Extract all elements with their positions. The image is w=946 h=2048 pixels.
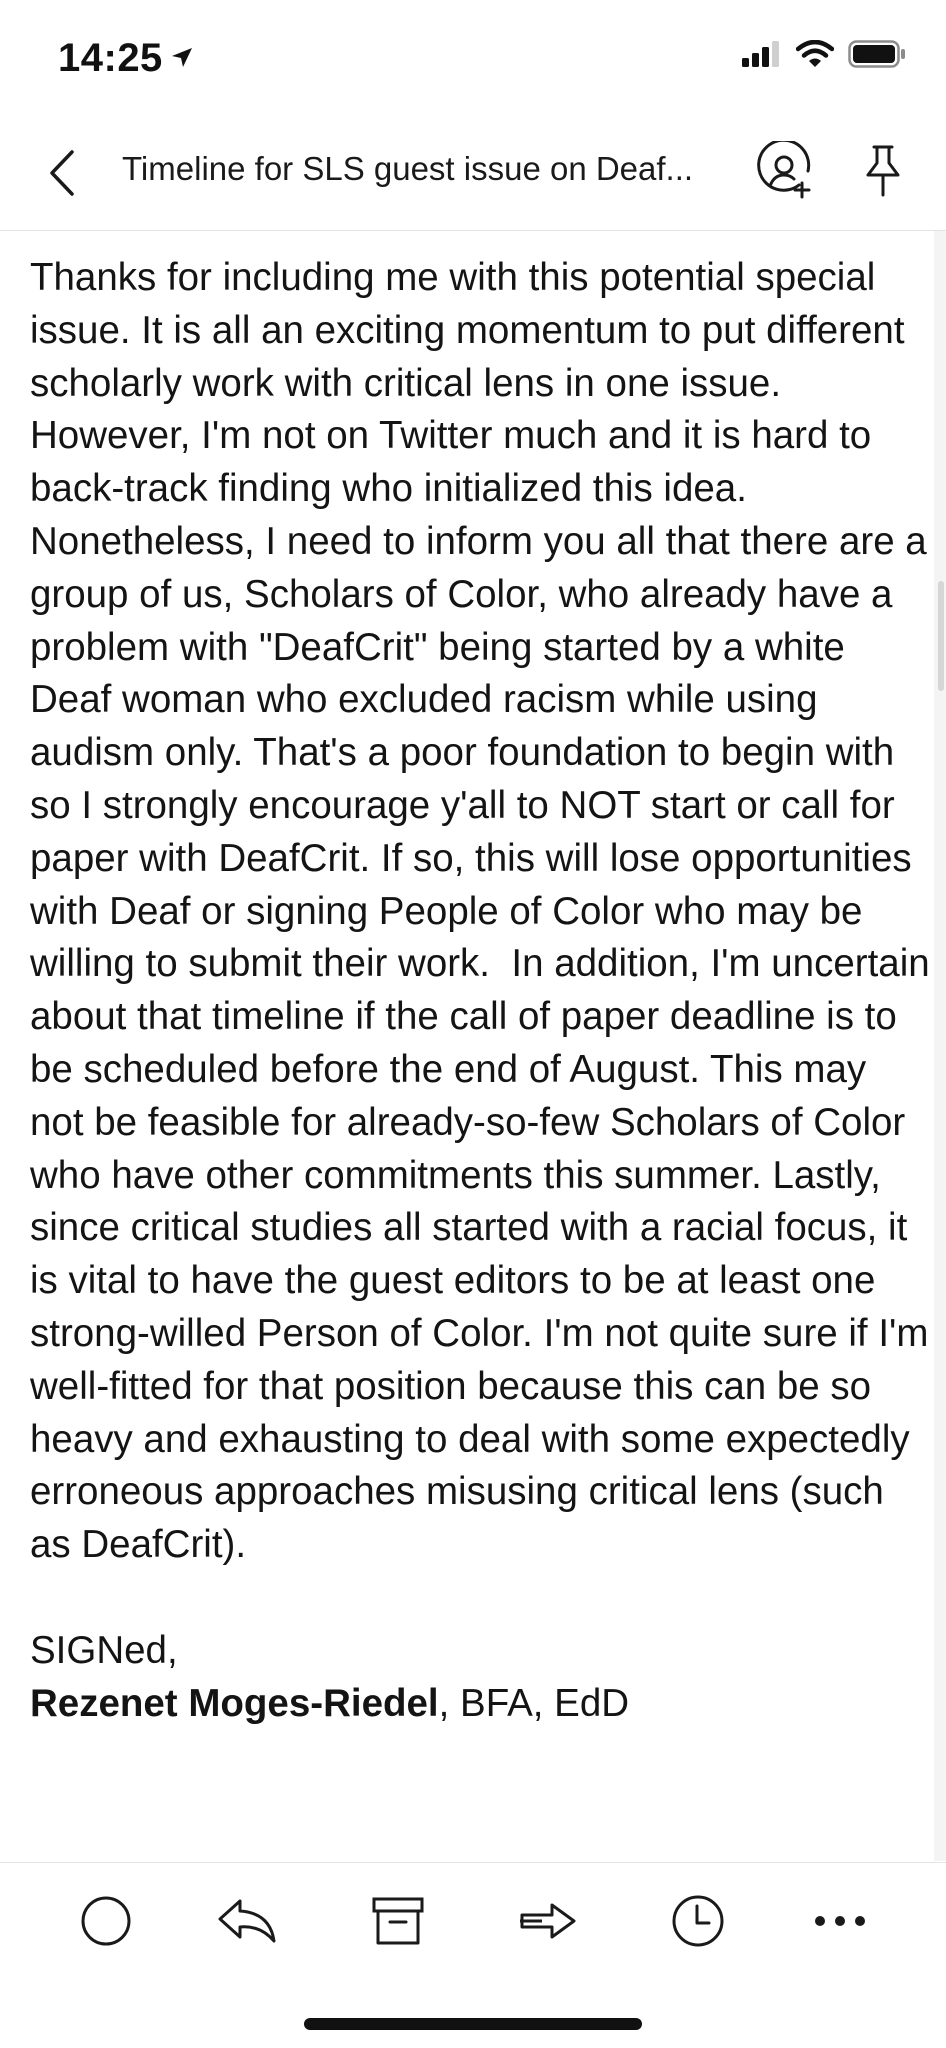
page-title[interactable]: Timeline for SLS guest issue on Deaf... [122, 150, 732, 188]
add-person-button[interactable] [752, 138, 818, 206]
archive-icon [370, 1895, 426, 1952]
chevron-left-icon [47, 149, 77, 202]
archive-button[interactable] [362, 1887, 434, 1959]
pin-button[interactable] [852, 142, 914, 204]
status-time-group: 14:25 [58, 36, 195, 81]
message-paragraph: Thanks for including me with this potent… [30, 256, 930, 1567]
back-button[interactable] [36, 144, 88, 206]
signature-credentials: , BFA, EdD [438, 1681, 630, 1725]
message-body: Thanks for including me with this potent… [30, 252, 930, 1860]
forward-button[interactable] [511, 1887, 583, 1959]
pin-icon [860, 143, 906, 204]
more-button[interactable] [804, 1887, 876, 1959]
forward-icon [516, 1899, 578, 1948]
status-bar: 14:25 [0, 0, 946, 120]
signature-name: Rezenet Moges-Riedel [30, 1681, 439, 1725]
snooze-button[interactable] [662, 1887, 734, 1959]
message-header: Timeline for SLS guest issue on Deaf... [0, 120, 946, 231]
location-arrow-icon [169, 36, 195, 81]
circle-icon [78, 1893, 134, 1954]
mark-unread-button[interactable] [70, 1887, 142, 1959]
email-reader-screen: 14:25 Timeline for SLS guest issue on De… [0, 0, 946, 2048]
more-dots-icon [812, 1913, 868, 1934]
clock-icon [669, 1892, 727, 1955]
signature: Rezenet Moges-Riedel, BFA, EdD [30, 1678, 930, 1731]
scroll-track[interactable] [934, 231, 946, 1861]
battery-icon [848, 40, 906, 73]
sign-off: SIGNed, [30, 1628, 178, 1672]
wifi-icon [795, 39, 835, 73]
cellular-signal-icon [742, 41, 782, 72]
home-indicator[interactable] [304, 2018, 642, 2030]
scroll-thumb[interactable] [938, 581, 944, 691]
add-person-icon [755, 138, 815, 206]
bottom-toolbar [0, 1862, 946, 2048]
status-time: 14:25 [58, 36, 163, 80]
reply-icon [216, 1895, 278, 1952]
reply-button[interactable] [211, 1887, 283, 1959]
status-icons [742, 39, 906, 73]
